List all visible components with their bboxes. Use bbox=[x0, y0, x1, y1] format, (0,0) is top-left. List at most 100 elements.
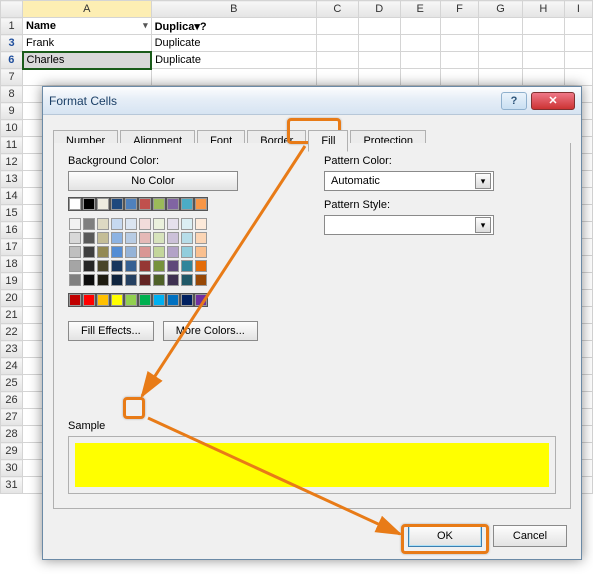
color-swatch[interactable] bbox=[125, 232, 137, 244]
row-header[interactable]: 28 bbox=[1, 426, 23, 443]
row-header[interactable]: 7 bbox=[1, 69, 23, 86]
col-header-b[interactable]: B bbox=[151, 1, 316, 18]
row-header[interactable]: 10 bbox=[1, 120, 23, 137]
color-swatch[interactable] bbox=[97, 260, 109, 272]
color-swatch[interactable] bbox=[97, 294, 109, 306]
cell[interactable] bbox=[479, 35, 523, 52]
color-swatch[interactable] bbox=[83, 232, 95, 244]
color-swatch[interactable] bbox=[125, 260, 137, 272]
color-swatch[interactable] bbox=[139, 274, 151, 286]
row-header[interactable]: 11 bbox=[1, 137, 23, 154]
cell[interactable] bbox=[400, 18, 440, 35]
pattern-style-combo[interactable]: ▾ bbox=[324, 215, 494, 235]
color-swatch[interactable] bbox=[181, 232, 193, 244]
color-swatch[interactable] bbox=[83, 218, 95, 230]
color-swatch[interactable] bbox=[195, 198, 207, 210]
ok-button[interactable]: OK bbox=[408, 525, 482, 547]
color-swatch[interactable] bbox=[69, 198, 81, 210]
col-header-e[interactable]: E bbox=[400, 1, 440, 18]
row-header[interactable]: 22 bbox=[1, 324, 23, 341]
color-swatch[interactable] bbox=[97, 274, 109, 286]
cell-a1[interactable]: Name▾ bbox=[23, 18, 152, 35]
col-header-f[interactable]: F bbox=[440, 1, 478, 18]
help-button[interactable]: ? bbox=[501, 92, 527, 110]
row-header[interactable]: 8 bbox=[1, 86, 23, 103]
color-swatch[interactable] bbox=[111, 294, 123, 306]
cell[interactable] bbox=[522, 18, 564, 35]
color-swatch[interactable] bbox=[153, 274, 165, 286]
dialog-titlebar[interactable]: Format Cells ? ✕ bbox=[43, 87, 581, 115]
row-header[interactable]: 31 bbox=[1, 477, 23, 494]
row-header[interactable]: 17 bbox=[1, 239, 23, 256]
cell[interactable] bbox=[316, 69, 358, 86]
cell[interactable] bbox=[522, 52, 564, 69]
color-swatch[interactable] bbox=[111, 198, 123, 210]
color-swatch[interactable] bbox=[83, 198, 95, 210]
color-swatch[interactable] bbox=[153, 198, 165, 210]
more-colors-button[interactable]: More Colors... bbox=[163, 321, 258, 341]
color-swatch[interactable] bbox=[167, 274, 179, 286]
tab-fill[interactable]: Fill bbox=[308, 130, 348, 152]
color-swatch[interactable] bbox=[195, 218, 207, 230]
color-swatch[interactable] bbox=[125, 198, 137, 210]
color-swatch[interactable] bbox=[69, 218, 81, 230]
col-header-h[interactable]: H bbox=[522, 1, 564, 18]
cell[interactable] bbox=[440, 35, 478, 52]
col-header-a[interactable]: A bbox=[23, 1, 152, 18]
cell[interactable] bbox=[358, 52, 400, 69]
color-swatch[interactable] bbox=[153, 218, 165, 230]
col-header-g[interactable]: G bbox=[479, 1, 523, 18]
cell[interactable] bbox=[479, 52, 523, 69]
cell-a3[interactable]: Frank bbox=[23, 35, 152, 52]
row-header[interactable]: 16 bbox=[1, 222, 23, 239]
cell[interactable] bbox=[522, 35, 564, 52]
cell[interactable] bbox=[564, 52, 592, 69]
color-swatch[interactable] bbox=[181, 198, 193, 210]
cell[interactable] bbox=[479, 18, 523, 35]
cell[interactable] bbox=[316, 18, 358, 35]
color-swatch[interactable] bbox=[69, 232, 81, 244]
color-swatch[interactable] bbox=[69, 260, 81, 272]
close-button[interactable]: ✕ bbox=[531, 92, 575, 110]
cell[interactable] bbox=[316, 52, 358, 69]
color-swatch[interactable] bbox=[181, 246, 193, 258]
cell-b6[interactable]: Duplicate bbox=[151, 52, 316, 69]
color-swatch[interactable] bbox=[153, 232, 165, 244]
color-swatch[interactable] bbox=[153, 260, 165, 272]
color-swatch[interactable] bbox=[167, 218, 179, 230]
color-swatch[interactable] bbox=[153, 294, 165, 306]
cell[interactable] bbox=[564, 18, 592, 35]
cell-b3[interactable]: Duplicate bbox=[151, 35, 316, 52]
row-header-6[interactable]: 6 bbox=[1, 52, 23, 69]
row-header[interactable]: 9 bbox=[1, 103, 23, 120]
color-swatch[interactable] bbox=[111, 274, 123, 286]
cell[interactable] bbox=[522, 69, 564, 86]
color-swatch[interactable] bbox=[181, 218, 193, 230]
row-header[interactable]: 15 bbox=[1, 205, 23, 222]
color-swatch[interactable] bbox=[195, 260, 207, 272]
cell[interactable] bbox=[440, 52, 478, 69]
cell[interactable] bbox=[358, 69, 400, 86]
row-header[interactable]: 14 bbox=[1, 188, 23, 205]
row-header[interactable]: 27 bbox=[1, 409, 23, 426]
color-swatch[interactable] bbox=[139, 294, 151, 306]
color-swatch[interactable] bbox=[195, 232, 207, 244]
cell[interactable] bbox=[440, 18, 478, 35]
cell-b1[interactable]: Duplica▾? bbox=[151, 18, 316, 35]
color-swatch[interactable] bbox=[195, 274, 207, 286]
row-header[interactable]: 29 bbox=[1, 443, 23, 460]
pattern-color-combo[interactable]: Automatic ▾ bbox=[324, 171, 494, 191]
color-swatch[interactable] bbox=[69, 274, 81, 286]
color-swatch[interactable] bbox=[97, 232, 109, 244]
color-swatch[interactable] bbox=[153, 246, 165, 258]
color-swatch[interactable] bbox=[139, 232, 151, 244]
color-swatch[interactable] bbox=[181, 294, 193, 306]
row-header[interactable]: 20 bbox=[1, 290, 23, 307]
color-swatch[interactable] bbox=[181, 260, 193, 272]
color-swatch[interactable] bbox=[125, 218, 137, 230]
color-swatch[interactable] bbox=[111, 218, 123, 230]
color-swatch[interactable] bbox=[111, 232, 123, 244]
row-header-3[interactable]: 3 bbox=[1, 35, 23, 52]
color-swatch[interactable] bbox=[69, 294, 81, 306]
row-header-1[interactable]: 1 bbox=[1, 18, 23, 35]
